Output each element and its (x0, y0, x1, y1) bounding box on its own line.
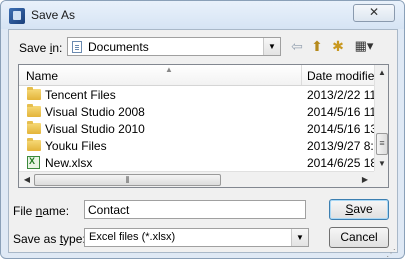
close-button[interactable]: ✕ (353, 4, 395, 22)
save-in-dropdown[interactable]: Documents ▼ (67, 37, 281, 56)
vertical-scroll-thumb[interactable]: ≡ (376, 133, 388, 155)
column-header-name[interactable]: Name (26, 69, 58, 83)
folder-icon (27, 87, 41, 100)
chevron-down-icon[interactable]: ▼ (291, 229, 308, 246)
file-list[interactable]: Name ▲ Date modified Tencent Files 2013/… (18, 64, 389, 188)
save-button[interactable]: Save (329, 199, 389, 220)
dialog-body: Save in: Documents ▼ ⇦ ⬆ ✱ ▦▾ Name ▲ Dat… (8, 29, 398, 253)
file-name-label-prefix: File (13, 204, 36, 218)
app-icon (9, 8, 25, 24)
save-in-label: Save in: (19, 41, 62, 55)
column-header-date-modified[interactable]: Date modified (307, 69, 381, 83)
cancel-button[interactable]: Cancel (329, 227, 389, 248)
horizontal-scroll-thumb[interactable]: ⦀ (34, 174, 221, 186)
save-as-type-value: Excel files (*.xlsx) (89, 231, 176, 243)
save-in-value: Documents (88, 40, 149, 54)
scroll-down-icon[interactable]: ▼ (375, 156, 388, 171)
folder-icon (27, 121, 41, 134)
save-as-type-label: Save as type: (13, 232, 86, 246)
grip-icon: ⦀ (125, 175, 130, 185)
view-menu-icon[interactable]: ▦▾ (351, 37, 377, 55)
save-button-label: ave (353, 202, 373, 216)
list-item[interactable]: Tencent Files 2013/2/22 11:02 (19, 87, 388, 103)
vertical-scrollbar[interactable]: ▲ ≡ ▼ (374, 65, 388, 171)
scroll-right-icon[interactable]: ▶ (358, 172, 372, 187)
save-as-type-label-prefix: Save as (13, 232, 60, 246)
documents-folder-icon (72, 41, 82, 53)
file-name-label: File name: (13, 204, 69, 218)
file-name-label-suffix: ame: (42, 204, 70, 218)
title-bar[interactable]: Save As ✕ (1, 1, 404, 29)
item-name: Visual Studio 2008 (45, 105, 145, 119)
scrollbar-corner (374, 171, 388, 187)
close-icon: ✕ (368, 5, 380, 19)
save-as-type-label-suffix: ype: (63, 232, 86, 246)
resize-grip-icon[interactable]: ⋰ (386, 248, 396, 258)
list-item[interactable]: Youku Files 2013/9/27 8:18 (19, 138, 387, 154)
save-in-label-prefix: Save (19, 41, 50, 55)
folder-icon (27, 138, 41, 151)
item-name: Visual Studio 2010 (45, 122, 145, 136)
scroll-left-icon[interactable]: ◀ (21, 172, 33, 187)
chevron-down-icon[interactable]: ▼ (263, 38, 280, 55)
window-title: Save As (31, 8, 76, 22)
list-item[interactable]: New.xlsx 2014/6/25 18:31 (19, 155, 388, 171)
save-in-label-suffix: n: (52, 41, 63, 55)
save-as-dialog: Save As ✕ Save in: Documents ▼ ⇦ ⬆ ✱ ▦▾ … (0, 0, 405, 259)
scroll-up-icon[interactable]: ▲ (375, 65, 388, 80)
column-divider[interactable] (301, 65, 302, 85)
sort-ascending-icon: ▲ (165, 65, 173, 74)
list-header: Name ▲ Date modified (19, 65, 381, 86)
item-name: New.xlsx (45, 156, 93, 170)
item-name: Tencent Files (45, 88, 116, 102)
up-folder-icon[interactable]: ⬆ (309, 37, 325, 55)
list-item[interactable]: Visual Studio 2008 2014/5/16 11:31 (19, 104, 388, 120)
excel-file-icon (27, 156, 40, 169)
grip-icon: ≡ (379, 138, 385, 148)
horizontal-scrollbar[interactable]: ◀ ⦀ ▶ (19, 171, 374, 187)
new-folder-icon[interactable]: ✱ (330, 37, 346, 55)
file-name-input[interactable] (84, 200, 306, 219)
save-as-type-dropdown[interactable]: Excel files (*.xlsx) ▼ (84, 228, 309, 247)
item-name: Youku Files (45, 139, 107, 153)
folder-icon (27, 104, 41, 117)
back-arrow-icon[interactable]: ⇦ (290, 37, 304, 55)
list-item[interactable]: Visual Studio 2010 2014/5/16 13:46 (19, 121, 388, 137)
